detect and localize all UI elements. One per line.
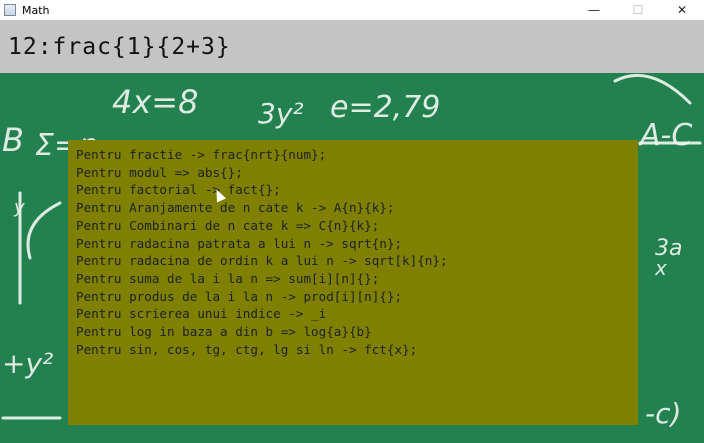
help-line: Pentru scrierea unui indice -> _i	[76, 306, 327, 322]
chalk-formula: 4x=8	[112, 83, 198, 121]
window-title: Math	[22, 3, 50, 17]
help-line: Pentru fractie -> frac{nrt}{num};	[76, 147, 327, 162]
help-line: Pentru radacina patrata a lui n -> sqrt{…	[76, 235, 403, 251]
chalk-formula: B	[2, 121, 24, 159]
help-line: Pentru produs de la i la n -> prod[i][n]…	[76, 288, 403, 304]
chalk-formula: x	[654, 256, 667, 280]
expression-input[interactable]	[6, 32, 690, 61]
app-icon	[4, 4, 16, 16]
chalk-formula: e=2,79	[330, 90, 440, 125]
help-line: Pentru Combinari de n cate k => C{n}{k};	[76, 217, 380, 233]
help-line: Pentru modul => abs{};	[76, 164, 243, 180]
chalk-curve-top	[613, 73, 692, 105]
help-line: Pentru sin, cos, tg, ctg, lg si ln -> fc…	[76, 341, 418, 357]
expression-bar	[0, 20, 704, 73]
help-line: Pentru Aranjamente de n cate k -> A{n}{k…	[76, 200, 395, 216]
title-bar: Math — ☐ ✕	[0, 0, 704, 20]
chalk-formula: A-C	[638, 118, 692, 153]
chalk-formula: 3y²	[258, 97, 304, 130]
maximize-button[interactable]: ☐	[616, 0, 660, 20]
close-button[interactable]: ✕	[660, 0, 704, 20]
chalk-formula: y	[13, 197, 25, 218]
help-line: Pentru suma de la i la n => sum[i][n]{};	[76, 270, 380, 286]
chalk-formula: +y²	[2, 347, 53, 380]
chalk-formula: -c)	[645, 397, 681, 430]
help-panel: Pentru fractie -> frac{nrt}{num}; Pentru…	[68, 140, 638, 425]
minimize-button[interactable]: —	[572, 0, 616, 20]
help-line: Pentru log in baza a din b => log{a}{b}	[76, 324, 372, 340]
help-line: Pentru radacina de ordin k a lui n -> sq…	[76, 253, 448, 269]
window-controls: — ☐ ✕	[572, 0, 704, 20]
help-line: Pentru factorial -> fact{};	[76, 182, 281, 198]
chalk-curve-left	[26, 201, 62, 260]
